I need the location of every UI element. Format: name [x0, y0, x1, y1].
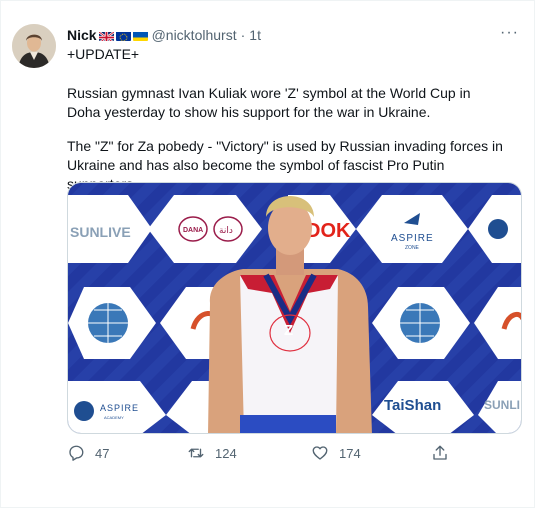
- sponsor-dok-text: DOK: [306, 220, 351, 242]
- sponsor-sunlive2-text: SUNLI: [484, 398, 520, 412]
- like-button[interactable]: 174: [311, 444, 361, 462]
- reply-count: 47: [95, 445, 110, 461]
- shirt-z-symbol: Z: [284, 322, 293, 339]
- gymnast-photo: SUNLIVE DANA دانة DOK ASPIRE ZONE ASPIRE…: [68, 183, 521, 433]
- sponsor-taishan-text: TaiShan: [384, 397, 441, 414]
- tweet-header: Nick @nicktolhurst · 1t: [67, 26, 261, 44]
- sponsor-sunlive-text: SUNLIVE: [70, 224, 131, 240]
- ukraine-flag-icon: [132, 30, 148, 41]
- sponsor-dana-arabic-text: دانة: [219, 226, 233, 236]
- uk-flag-icon: [98, 30, 114, 41]
- tweet-text-paragraph1: Russian gymnast Ivan Kuliak wore 'Z' sym…: [67, 85, 471, 120]
- sponsor-aspire-academy-text: ASPIRE: [100, 403, 139, 413]
- timestamp[interactable]: 1t: [249, 27, 261, 43]
- sponsor-dana-text: DANA: [183, 227, 203, 234]
- user-handle[interactable]: @nicktolhurst: [152, 27, 237, 43]
- retweet-count: 124: [215, 445, 237, 461]
- sponsor-aspire-text: ASPIRE: [391, 233, 434, 244]
- share-icon: [433, 445, 447, 460]
- retweet-button[interactable]: 124: [187, 444, 237, 462]
- display-name[interactable]: Nick: [67, 27, 97, 43]
- reply-icon: [69, 445, 84, 461]
- sponsor-academy-subtext: ACADEMY: [104, 415, 124, 420]
- tweet-text-line1: +UPDATE+: [67, 46, 140, 62]
- tweet-actions: 47 124 174: [67, 444, 467, 464]
- portrait-avatar-image: [12, 24, 56, 68]
- more-icon[interactable]: ···: [500, 24, 519, 42]
- like-count: 174: [339, 445, 361, 461]
- retweet-icon: [188, 448, 204, 458]
- share-button[interactable]: [431, 444, 459, 462]
- eu-flag-icon: [115, 30, 131, 41]
- sponsor-aspire-zone-text: ZONE: [405, 245, 420, 251]
- avatar[interactable]: [12, 24, 56, 68]
- reply-button[interactable]: 47: [67, 444, 109, 462]
- flag-emojis: [98, 30, 148, 41]
- like-icon: [312, 446, 328, 460]
- tweet-photo[interactable]: SUNLIVE DANA دانة DOK ASPIRE ZONE ASPIRE…: [67, 182, 522, 434]
- separator-dot: ·: [240, 27, 246, 43]
